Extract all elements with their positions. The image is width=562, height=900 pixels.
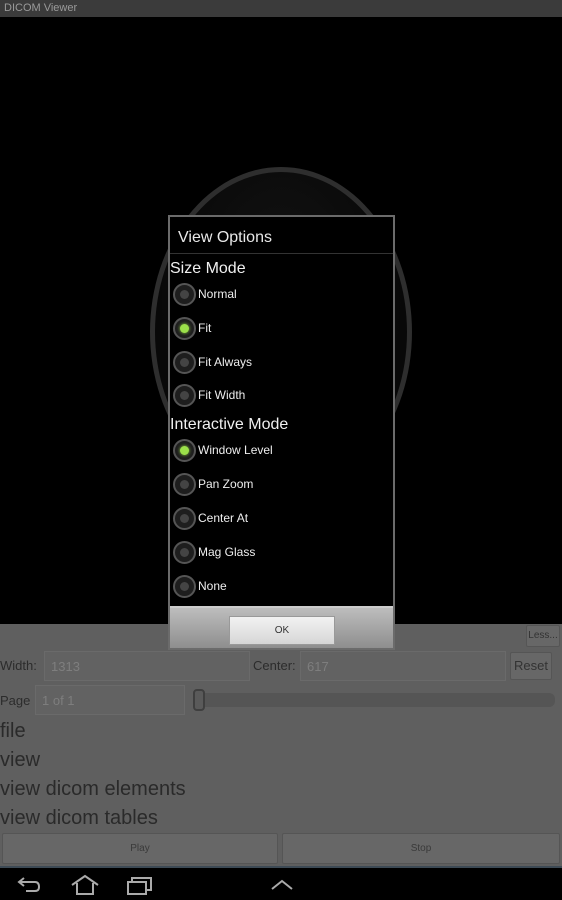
radio-mag-glass[interactable]: Mag Glass [173, 539, 255, 565]
radio-button-icon[interactable] [173, 472, 196, 496]
radio-normal[interactable]: Normal [173, 281, 237, 307]
radio-indicator [180, 547, 189, 557]
radio-window-level[interactable]: Window Level [173, 437, 273, 463]
radio-label: Mag Glass [198, 545, 256, 559]
radio-indicator [180, 445, 189, 455]
control-panel: Less... Width: 1313 Center: 617 Reset Pa… [0, 624, 562, 866]
radio-label: Fit Width [198, 388, 246, 402]
dialog-title: View Options [178, 229, 272, 246]
recent-apps-icon[interactable] [126, 874, 154, 896]
menu-file[interactable]: file [0, 720, 26, 743]
menu-view-dicom-elements[interactable]: view dicom elements [0, 778, 186, 801]
page-slider[interactable] [193, 689, 555, 711]
radio-button-icon[interactable] [173, 574, 196, 598]
center-label: Center: [253, 658, 296, 673]
radio-indicator [180, 513, 189, 523]
width-input[interactable]: 1313 [44, 651, 250, 681]
radio-indicator [180, 289, 189, 299]
radio-label: Pan Zoom [198, 477, 254, 491]
radio-indicator [180, 323, 189, 333]
radio-label: Normal [198, 287, 237, 301]
navigation-bar [0, 866, 562, 900]
dialog-button-bar: OK [170, 606, 393, 648]
radio-button-icon[interactable] [173, 282, 196, 306]
chevron-up-icon[interactable] [270, 878, 294, 892]
page-label: Page [0, 693, 31, 708]
radio-button-icon[interactable] [173, 540, 196, 564]
interactive-mode-heading: Interactive Mode [170, 416, 289, 433]
radio-button-icon[interactable] [173, 438, 196, 462]
less-button[interactable]: Less... [526, 625, 560, 647]
slider-thumb[interactable] [193, 689, 205, 711]
size-mode-heading: Size Mode [170, 260, 246, 277]
radio-button-icon[interactable] [173, 350, 196, 374]
radio-button-icon[interactable] [173, 506, 196, 530]
radio-indicator [180, 581, 189, 591]
radio-label: Fit Always [198, 355, 253, 369]
radio-label: Center At [198, 511, 249, 525]
radio-label: None [198, 579, 227, 593]
view-options-dialog: View Options Size Mode Normal Fit Fit Alwa… [168, 215, 395, 650]
width-label: Width: [0, 658, 37, 673]
back-icon[interactable] [16, 876, 42, 894]
radio-indicator [180, 357, 189, 367]
radio-button-icon[interactable] [173, 383, 196, 407]
radio-center-at[interactable]: Center At [173, 505, 248, 531]
title-bar: DICOM Viewer [0, 0, 562, 17]
radio-indicator [180, 479, 189, 489]
reset-button[interactable]: Reset [510, 652, 552, 680]
radio-pan-zoom[interactable]: Pan Zoom [173, 471, 253, 497]
radio-button-icon[interactable] [173, 316, 196, 340]
play-button[interactable]: Play [2, 833, 278, 864]
ok-button[interactable]: OK [229, 616, 335, 645]
menu-view-dicom-tables[interactable]: view dicom tables [0, 807, 158, 830]
center-input[interactable]: 617 [300, 651, 506, 681]
page-input[interactable]: 1 of 1 [35, 685, 185, 715]
radio-indicator [180, 390, 189, 400]
radio-none[interactable]: None [173, 573, 227, 599]
radio-label: Fit [198, 321, 212, 335]
stop-button[interactable]: Stop [282, 833, 560, 864]
menu-view[interactable]: view [0, 749, 40, 772]
divider [170, 253, 393, 254]
home-icon[interactable] [70, 874, 100, 896]
app-title: DICOM Viewer [4, 2, 78, 14]
radio-label: Window Level [198, 443, 273, 457]
radio-fit-width[interactable]: Fit Width [173, 382, 245, 408]
radio-fit[interactable]: Fit [173, 315, 211, 341]
radio-fit-always[interactable]: Fit Always [173, 349, 252, 375]
